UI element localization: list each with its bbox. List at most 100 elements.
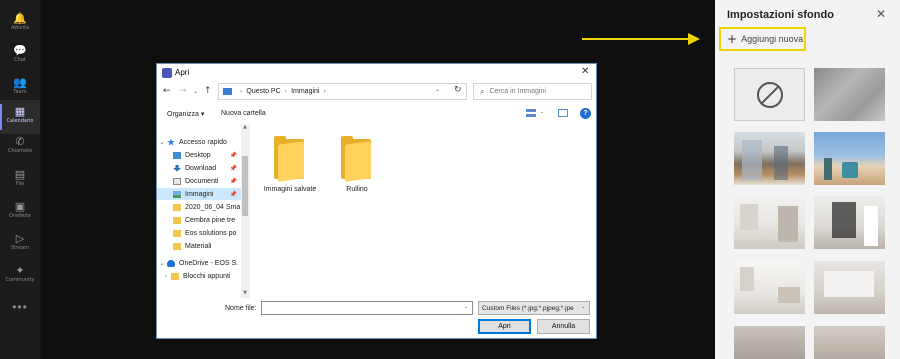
desktop-icon bbox=[173, 151, 181, 159]
pin-icon[interactable]: 📌 bbox=[230, 165, 237, 172]
background-option-image[interactable] bbox=[814, 326, 885, 359]
rail-item-label: Community bbox=[5, 277, 35, 283]
rail-item-chat[interactable]: 💬 Chat bbox=[0, 44, 40, 78]
rail-item-calendar[interactable]: ▦ Calendario bbox=[0, 100, 40, 134]
nav-item-quick-access[interactable]: ⌄ Accesso rapido bbox=[157, 136, 241, 148]
address-bar[interactable]: › Questo PC › Immagini › bbox=[218, 83, 467, 100]
rail-item-calls[interactable]: ✆ Chiamate bbox=[0, 135, 40, 169]
scroll-up-icon[interactable]: ▲ bbox=[242, 124, 248, 130]
search-input[interactable]: ⌕ Cerca in Immagini bbox=[473, 83, 592, 100]
chevron-down-icon[interactable]: ⌄ bbox=[157, 260, 167, 267]
nav-item-folder[interactable]: Materiali bbox=[157, 240, 241, 252]
open-file-dialog: Apri ✕ ← → ⌄ ↑ › Questo PC › Immagini › … bbox=[156, 63, 597, 339]
document-icon bbox=[173, 177, 181, 185]
panel-title: Impostazioni sfondo bbox=[727, 9, 834, 21]
nav-item-label: Documenti bbox=[185, 177, 219, 185]
background-option-none[interactable] bbox=[734, 68, 805, 121]
background-option-image[interactable] bbox=[734, 132, 805, 185]
folder-icon bbox=[171, 272, 179, 280]
rail-item-onenote[interactable]: ▣ OneNote bbox=[0, 200, 40, 234]
preview-pane-icon[interactable] bbox=[558, 109, 568, 117]
calendar-icon: ▦ bbox=[14, 105, 26, 118]
stream-icon: ▷ bbox=[15, 232, 25, 245]
annotation-arrow-line bbox=[582, 38, 692, 40]
rail-item-community[interactable]: ✦ Community bbox=[0, 264, 40, 298]
nav-item-onedrive[interactable]: ⌄ OneDrive - EOS S. bbox=[157, 257, 241, 269]
rail-item-label: Chiamate bbox=[7, 148, 33, 154]
plus-icon: + bbox=[727, 32, 738, 46]
folder-item[interactable]: Immagini salvate bbox=[260, 126, 320, 206]
breadcrumb-item[interactable]: Immagini bbox=[291, 88, 319, 95]
new-folder-button[interactable]: Nuova cartella bbox=[221, 110, 266, 117]
nav-item-documents[interactable]: Documenti 📌 bbox=[157, 175, 241, 187]
rail-item-label: File bbox=[15, 181, 25, 187]
nav-item-download[interactable]: Download 📌 bbox=[157, 162, 241, 174]
filename-dropdown-icon[interactable]: ⌄ bbox=[464, 304, 468, 310]
close-icon[interactable]: ✕ bbox=[581, 66, 589, 77]
folder-icon bbox=[173, 216, 181, 224]
background-option-image[interactable] bbox=[814, 196, 885, 249]
rail-item-activity[interactable]: 🔔 Attività bbox=[0, 12, 40, 46]
pin-icon[interactable]: 📌 bbox=[230, 178, 237, 185]
refresh-icon[interactable]: ↻ bbox=[454, 85, 462, 95]
rail-item-label: OneNote bbox=[8, 213, 32, 219]
background-option-blur[interactable] bbox=[814, 68, 885, 121]
background-option-image[interactable] bbox=[734, 326, 805, 359]
chevron-down-icon[interactable]: ⌄ bbox=[157, 139, 167, 146]
pin-icon[interactable]: 📌 bbox=[230, 152, 237, 159]
background-option-image[interactable] bbox=[734, 196, 805, 249]
background-option-image[interactable] bbox=[814, 261, 885, 314]
breadcrumb-separator: › bbox=[240, 88, 243, 95]
scroll-down-icon[interactable]: ▼ bbox=[242, 290, 248, 296]
nav-item-label: Accesso rapido bbox=[179, 138, 227, 146]
dialog-titlebar: Apri ✕ bbox=[157, 64, 596, 82]
rail-item-stream[interactable]: ▷ Stream bbox=[0, 232, 40, 266]
nav-item-label: Blocchi appunti bbox=[183, 272, 231, 280]
rail-item-label: Calendario bbox=[6, 118, 34, 124]
chevron-right-icon[interactable]: › bbox=[161, 273, 171, 280]
nav-item-label: OneDrive - EOS S. bbox=[179, 259, 239, 267]
onedrive-icon bbox=[167, 259, 175, 267]
filename-input[interactable] bbox=[261, 301, 473, 315]
nav-item-desktop[interactable]: Desktop 📌 bbox=[157, 149, 241, 161]
folder-icon bbox=[173, 242, 181, 250]
teams-icon: 👥 bbox=[13, 76, 27, 89]
background-option-image[interactable] bbox=[734, 261, 805, 314]
open-button[interactable]: Apri bbox=[478, 319, 531, 334]
close-icon[interactable]: ✕ bbox=[876, 7, 886, 21]
nav-item-folder[interactable]: Cembra pine tre bbox=[157, 214, 241, 226]
search-placeholder: Cerca in Immagini bbox=[489, 88, 546, 95]
breadcrumb-item[interactable]: Questo PC bbox=[246, 88, 280, 95]
pictures-icon bbox=[173, 190, 181, 198]
file-type-select[interactable]: Custom Files (*.jpg;*.pjpeg;*.jpe bbox=[478, 301, 590, 315]
nav-item-label: Download bbox=[185, 164, 217, 172]
no-background-icon bbox=[756, 81, 783, 108]
file-type-dropdown-icon[interactable]: ⌄ bbox=[581, 304, 585, 310]
up-icon[interactable]: ↑ bbox=[204, 86, 212, 96]
nav-scrollbar-thumb[interactable] bbox=[242, 156, 248, 216]
nav-item-folder[interactable]: Eos solutions po bbox=[157, 227, 241, 239]
background-option-image[interactable] bbox=[814, 132, 885, 185]
add-new-background-button[interactable]: + Aggiungi nuova bbox=[719, 27, 806, 51]
star-icon bbox=[167, 138, 175, 146]
help-icon[interactable]: ? bbox=[580, 108, 591, 119]
nav-item-folder[interactable]: › Blocchi appunti bbox=[157, 270, 241, 282]
change-view-icon[interactable] bbox=[526, 109, 536, 117]
add-new-label: Aggiungi nuova bbox=[741, 34, 804, 44]
folder-item[interactable]: Rullino bbox=[327, 126, 387, 206]
cancel-button[interactable]: Annulla bbox=[537, 319, 590, 334]
pin-icon[interactable]: 📌 bbox=[230, 191, 237, 198]
view-dropdown-icon[interactable]: ⌄ bbox=[540, 109, 544, 115]
organize-button[interactable]: Organizza ▾ bbox=[167, 110, 204, 118]
teams-app-icon bbox=[162, 68, 172, 78]
forward-icon[interactable]: → bbox=[179, 86, 187, 96]
address-dropdown-icon[interactable]: ⌄ bbox=[435, 86, 440, 93]
rail-item-files[interactable]: ▤ File bbox=[0, 168, 40, 202]
onenote-icon: ▣ bbox=[14, 200, 26, 213]
recent-locations-icon[interactable]: ⌄ bbox=[193, 88, 198, 95]
nav-item-folder[interactable]: 2020_06_04 Sma bbox=[157, 201, 241, 213]
back-icon[interactable]: ← bbox=[163, 86, 171, 96]
rail-item-label: Team bbox=[13, 89, 27, 95]
nav-item-pictures[interactable]: Immagini 📌 bbox=[157, 188, 241, 200]
more-apps-icon[interactable]: ••• bbox=[0, 300, 40, 314]
